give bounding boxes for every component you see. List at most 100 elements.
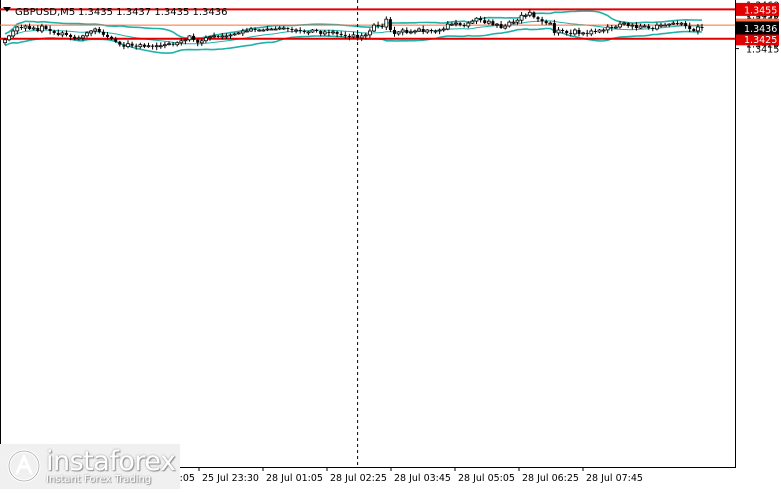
candle-body	[106, 34, 109, 37]
candle-body	[429, 30, 433, 31]
candle-body	[642, 25, 647, 28]
candle-body	[688, 26, 692, 29]
candle-body	[532, 12, 536, 18]
candle-body	[507, 21, 512, 27]
candle-body	[671, 22, 676, 25]
candle-body	[48, 29, 52, 31]
candle-body	[527, 11, 532, 16]
candle-body	[158, 45, 163, 48]
candle-body	[618, 23, 622, 28]
candle-body	[589, 30, 594, 35]
candle-body	[196, 39, 200, 43]
candle-body	[651, 28, 655, 29]
candle-body	[605, 26, 610, 31]
candle-body	[396, 31, 401, 35]
candle-body	[470, 20, 475, 24]
candle-body	[393, 30, 396, 34]
candle-body	[655, 24, 659, 30]
candle-body	[347, 35, 351, 37]
candle-body	[376, 25, 380, 27]
candle-body	[515, 19, 520, 23]
candle-body	[31, 27, 36, 30]
logo: instaforex Instant Forex Trading	[0, 444, 180, 489]
candle-body	[56, 32, 60, 35]
candle-body	[322, 31, 327, 35]
candle-body	[679, 22, 684, 25]
candle-body	[667, 23, 672, 26]
candle-body	[253, 29, 257, 30]
candle-body	[122, 44, 126, 47]
candle-body	[69, 34, 73, 37]
candle-body	[630, 24, 635, 27]
candle-body	[413, 30, 417, 33]
candle-body	[11, 30, 16, 37]
candle-body	[19, 27, 23, 28]
candle-body	[162, 44, 167, 47]
candle-body	[380, 26, 384, 28]
candle-body	[626, 23, 630, 26]
candle-body	[647, 26, 651, 29]
candle-body	[585, 32, 589, 34]
candle-body	[265, 28, 270, 31]
candle-body	[179, 40, 184, 44]
candle-body	[118, 41, 122, 45]
candle-body	[315, 30, 319, 31]
candle-body	[192, 35, 196, 40]
candle-body	[224, 35, 229, 38]
candle-body	[154, 45, 159, 48]
candle-body	[65, 32, 68, 35]
candle-body	[93, 28, 98, 32]
candle-body	[290, 29, 294, 30]
candle-body	[561, 30, 565, 31]
candle-body	[659, 24, 663, 27]
ohlc-label: 1.3435 1.3437 1.3435 1.3436	[78, 7, 228, 18]
candle-body	[208, 36, 212, 39]
candle-body	[306, 31, 311, 34]
chart-canvas[interactable]: 1.34601.34551.34501.34451.34401.34351.34…	[0, 0, 781, 489]
x-tick-label: 25 Jul 23:30	[202, 473, 259, 484]
candle-body	[216, 35, 220, 37]
candle-body	[142, 44, 146, 47]
candle-body	[400, 29, 405, 33]
level-price-label: 1.3455	[744, 5, 777, 16]
candle-body	[114, 38, 118, 42]
candle-body	[97, 29, 101, 32]
candle-body	[700, 27, 704, 28]
candle-body	[232, 33, 237, 36]
candle-body	[36, 28, 40, 31]
candle-body	[286, 28, 290, 29]
candle-body	[372, 24, 376, 32]
candle-body	[634, 25, 638, 28]
candle-body	[466, 22, 471, 27]
candle-body	[44, 26, 48, 29]
candle-body	[130, 43, 134, 46]
price-chart[interactable]: 1.34601.34551.34501.34451.34401.34351.34…	[0, 0, 781, 489]
candle-body	[433, 30, 438, 33]
candle-body	[76, 37, 81, 40]
candle-body	[569, 32, 573, 34]
candle-body	[536, 17, 540, 20]
candle-body	[351, 34, 356, 38]
candle-body	[269, 28, 274, 31]
x-tick-label: 28 Jul 06:25	[522, 473, 579, 484]
candle-body	[236, 32, 241, 35]
candle-body	[257, 29, 262, 32]
candle-body	[40, 25, 44, 32]
candle-body	[499, 24, 503, 28]
x-tick-label: 28 Jul 01:05	[266, 473, 323, 484]
candle-body	[273, 28, 278, 31]
candle-body	[28, 26, 32, 29]
candle-body	[126, 43, 130, 48]
candle-body	[593, 31, 597, 32]
candle-body	[458, 23, 462, 26]
x-tick-label: 28 Jul 02:25	[330, 473, 387, 484]
candle-body	[384, 18, 389, 28]
candle-body	[565, 31, 569, 33]
candle-body	[187, 35, 192, 41]
candle-body	[486, 20, 491, 24]
candle-body	[610, 27, 614, 28]
candle	[388, 17, 392, 32]
candle-body	[622, 22, 626, 25]
candle-body	[277, 27, 282, 30]
candle-body	[491, 21, 495, 26]
